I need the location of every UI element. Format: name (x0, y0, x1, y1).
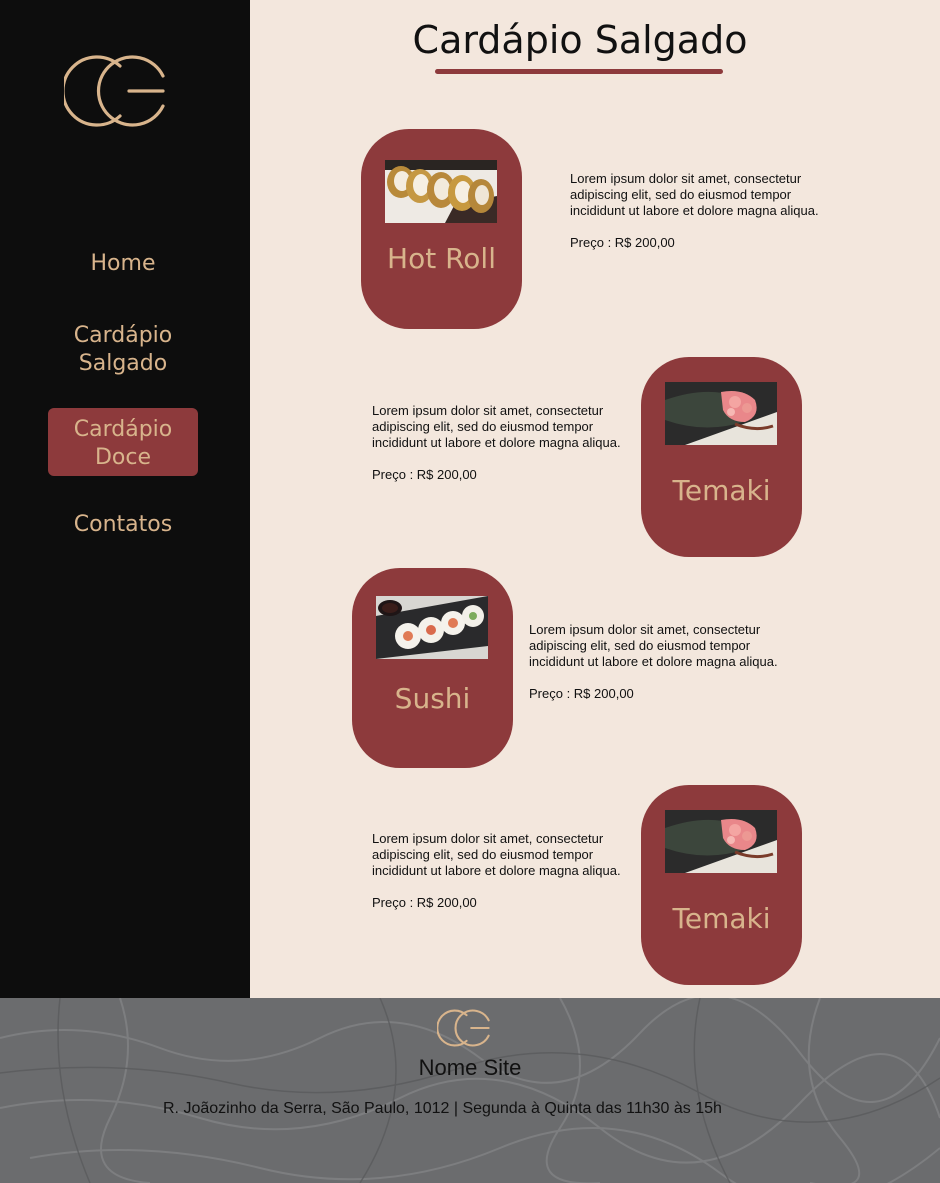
nav-home[interactable]: Home (40, 250, 206, 278)
menu-card-hot-roll[interactable]: Hot Roll (361, 129, 522, 329)
menu-item-name: Sushi (394, 682, 471, 715)
title-underline (435, 69, 723, 74)
nav-cardapio-doce[interactable]: Cardápio Doce (48, 408, 198, 476)
menu-item-name: Temaki (672, 474, 771, 507)
sidebar: Home Cardápio Salgado Cardápio Doce Cont… (0, 0, 250, 998)
footer-address: R. Joãozinho da Serra, São Paulo, 1012 |… (163, 1100, 722, 1117)
menu-card-temaki[interactable]: Temaki (641, 357, 802, 557)
nav-contatos-label: Contatos (73, 512, 173, 537)
cc-logo-icon (437, 1009, 490, 1047)
menu-item-description-block: Lorem ipsum dolor sit amet, consectetur … (529, 622, 787, 702)
nav-cardapio-doce-line2: Doce (94, 445, 152, 470)
menu-item-description: Lorem ipsum dolor sit amet, consectetur … (372, 403, 621, 450)
menu-item-price: Preço : R$ 200,00 (372, 467, 477, 482)
menu-item-description-block: Lorem ipsum dolor sit amet, consectetur … (570, 171, 828, 251)
menu-item-description: Lorem ipsum dolor sit amet, consectetur … (529, 622, 778, 669)
footer-site-name: Nome Site (418, 1055, 522, 1080)
nav-cardapio-salgado-line1: Cardápio (73, 323, 173, 348)
nav-cardapio-salgado-line2: Salgado (78, 351, 168, 376)
footer: Nome Site R. Joãozinho da Serra, São Pau… (0, 998, 940, 1183)
menu-item-price: Preço : R$ 200,00 (372, 895, 477, 910)
menu-item-name: Hot Roll (387, 242, 496, 275)
menu-item-description-block: Lorem ipsum dolor sit amet, consectetur … (372, 403, 630, 483)
menu-item-description-block: Lorem ipsum dolor sit amet, consectetur … (372, 831, 630, 911)
hot-roll-photo (385, 160, 497, 223)
menu-content: Cardápio Salgado Hot Roll Lorem ipsum do… (250, 0, 940, 998)
temaki-photo (665, 810, 777, 873)
nav-home-label: Home (90, 251, 156, 276)
menu-item-name: Temaki (672, 902, 771, 935)
nav-contatos[interactable]: Contatos (40, 511, 206, 539)
menu-card-sushi[interactable]: Sushi (352, 568, 513, 768)
cc-logo-icon[interactable] (64, 54, 166, 128)
menu-item-description: Lorem ipsum dolor sit amet, consectetur … (570, 171, 819, 218)
temaki-photo (665, 382, 777, 445)
menu-item-description: Lorem ipsum dolor sit amet, consectetur … (372, 831, 621, 878)
nav-cardapio-doce-line1: Cardápio (73, 417, 173, 442)
page-title: Cardápio Salgado (412, 18, 748, 62)
menu-item-price: Preço : R$ 200,00 (529, 686, 634, 701)
menu-item-price: Preço : R$ 200,00 (570, 235, 675, 250)
nav-cardapio-salgado[interactable]: Cardápio Salgado (40, 322, 206, 378)
sushi-photo (376, 596, 488, 659)
menu-card-temaki[interactable]: Temaki (641, 785, 802, 985)
